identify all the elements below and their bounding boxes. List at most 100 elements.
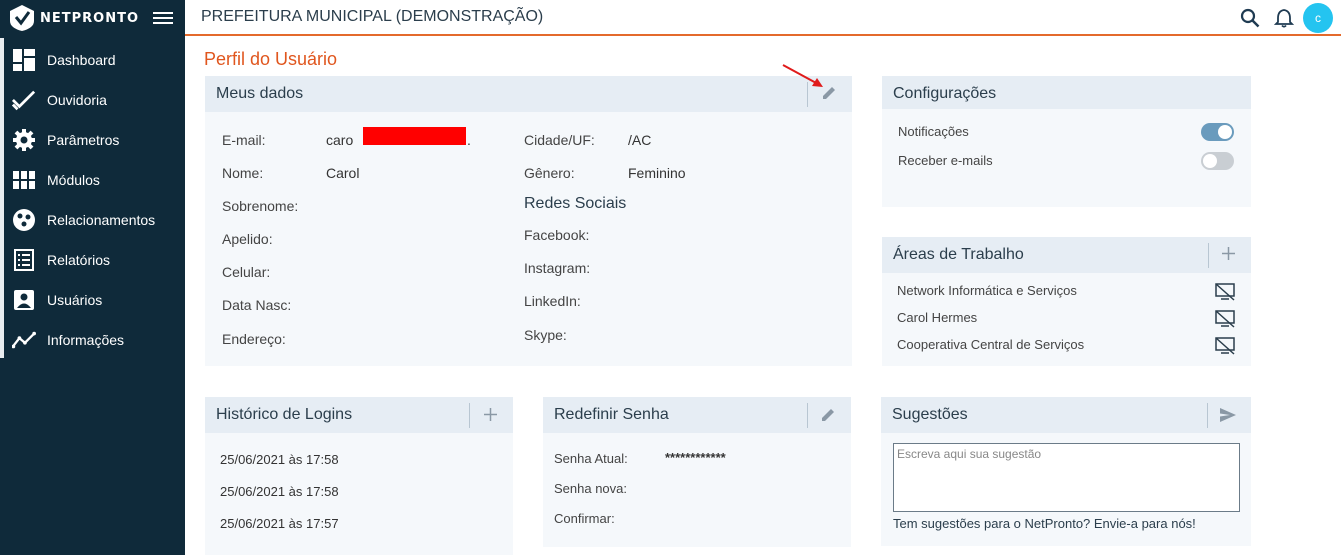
meus-dados-card: Meus dados E-mail: caro . Nome: Carol So…	[205, 76, 852, 366]
sidebar-item-label: Relatórios	[47, 252, 111, 268]
sidebar-item-label: Relacionamentos	[47, 212, 156, 228]
card-title: Áreas de Trabalho	[893, 246, 1024, 263]
nome-value: Carol	[326, 165, 360, 181]
genero-value: Feminino	[628, 165, 686, 181]
redes-sociais-heading: Redes Sociais	[524, 195, 627, 212]
search-icon[interactable]	[1240, 8, 1260, 33]
send-icon[interactable]	[1219, 407, 1237, 428]
configuracoes-card: Configurações Notificações Receber e-mai…	[882, 76, 1251, 207]
top-header: PREFEITURA MUNICIPAL (DEMONSTRAÇÃO) c	[185, 0, 1341, 36]
notificacoes-label: Notificações	[898, 124, 969, 139]
card-header: Configurações	[882, 76, 1251, 109]
email-value-start: caro	[326, 132, 354, 148]
sugestoes-footer: Tem sugestões para o NetPronto? Envie-a …	[893, 516, 1196, 531]
header-divider	[1208, 243, 1209, 268]
screen-off-icon[interactable]	[1215, 283, 1235, 306]
nome-label: Nome:	[222, 165, 264, 181]
sidebar-item-dashboard[interactable]: Dashboard	[0, 40, 185, 80]
area-item: Carol Hermes	[897, 310, 978, 325]
cidade-label: Cidade/UF:	[524, 132, 595, 148]
sidebar-item-label: Parâmetros	[47, 132, 120, 148]
senha-atual-value: ************	[665, 450, 726, 465]
sidebar-item-label: Usuários	[47, 292, 103, 308]
receber-emails-label: Receber e-mails	[898, 153, 993, 168]
sidebar-item-relatorios[interactable]: Relatórios	[0, 240, 185, 280]
report-list-icon	[12, 248, 36, 272]
redaction-box	[363, 127, 466, 145]
line-chart-icon	[12, 328, 36, 352]
edit-pencil-icon[interactable]	[820, 407, 836, 428]
menu-toggle-icon[interactable]	[153, 9, 173, 27]
genero-label: Gênero:	[524, 165, 575, 181]
receber-emails-toggle[interactable]	[1201, 152, 1234, 170]
sidebar-item-ouvidoria[interactable]: Ouvidoria	[0, 80, 185, 120]
sidebar-item-parametros[interactable]: Parâmetros	[0, 120, 185, 160]
celular-label: Celular:	[222, 264, 271, 280]
card-header: Áreas de Trabalho	[882, 237, 1251, 273]
annotation-arrow-icon	[782, 64, 823, 87]
data-nasc-label: Data Nasc:	[222, 297, 292, 313]
avatar[interactable]: c	[1303, 3, 1333, 33]
header-divider	[469, 403, 470, 428]
sidebar-item-label: Módulos	[47, 172, 100, 188]
sobrenome-label: Sobrenome:	[222, 198, 299, 214]
sidebar-item-modulos[interactable]: Módulos	[0, 160, 185, 200]
header-title: PREFEITURA MUNICIPAL (DEMONSTRAÇÃO)	[201, 8, 544, 25]
card-title: Redefinir Senha	[554, 406, 669, 423]
sidebar-item-relacionamentos[interactable]: Relacionamentos	[0, 200, 185, 240]
dashboard-icon	[12, 48, 36, 72]
redefinir-senha-card: Redefinir Senha Senha Atual: ***********…	[543, 397, 851, 547]
checkmark-icon	[12, 88, 36, 112]
header-divider	[807, 403, 808, 428]
brand-name: NETPRONTO	[40, 10, 140, 26]
linkedin-label: LinkedIn:	[524, 293, 581, 309]
sidebar-item-usuarios[interactable]: Usuários	[0, 280, 185, 320]
card-header: Redefinir Senha	[543, 397, 851, 433]
email-label: E-mail:	[222, 132, 266, 148]
notificacoes-toggle[interactable]	[1201, 123, 1234, 141]
user-icon	[12, 288, 36, 312]
sugestao-textarea[interactable]	[893, 443, 1240, 512]
add-icon[interactable]	[484, 408, 497, 426]
card-title: Histórico de Logins	[216, 406, 353, 423]
login-entry: 25/06/2021 às 17:58	[220, 484, 339, 499]
card-header: Histórico de Logins	[205, 397, 513, 433]
senha-nova-label: Senha nova:	[554, 481, 628, 496]
sidebar-item-label: Informações	[47, 332, 125, 348]
sidebar-item-informacoes[interactable]: Informações	[0, 320, 185, 360]
network-icon	[12, 208, 36, 232]
confirmar-label: Confirmar:	[554, 511, 615, 526]
page-title: Perfil do Usuário	[204, 49, 338, 69]
cidade-value: /AC	[628, 132, 652, 148]
apelido-label: Apelido:	[222, 231, 273, 247]
area-item: Cooperativa Central de Serviços	[897, 337, 1085, 352]
senha-atual-label: Senha Atual:	[554, 451, 628, 466]
screen-off-icon[interactable]	[1215, 310, 1235, 333]
header-divider	[1207, 403, 1208, 428]
skype-label: Skype:	[524, 327, 567, 343]
card-header: Meus dados	[205, 76, 852, 112]
brand-bar: NETPRONTO	[0, 0, 185, 36]
endereco-label: Endereço:	[222, 331, 286, 347]
sugestoes-card: Sugestões Tem sugestões para o NetPronto…	[881, 397, 1251, 546]
gear-icon	[12, 128, 36, 152]
login-entry: 25/06/2021 às 17:57	[220, 516, 339, 531]
area-item: Network Informática e Serviços	[897, 283, 1077, 298]
netpronto-logo-icon	[10, 5, 34, 31]
bell-icon[interactable]	[1273, 8, 1295, 33]
sidebar: NETPRONTO Dashboard Ouvidoria Parâmetros	[0, 0, 185, 555]
add-icon[interactable]	[1222, 247, 1235, 265]
facebook-label: Facebook:	[524, 227, 590, 243]
card-title: Sugestões	[892, 406, 968, 423]
historico-logins-card: Histórico de Logins 25/06/2021 às 17:58 …	[205, 397, 513, 555]
areas-trabalho-card: Áreas de Trabalho Network Informática e …	[882, 237, 1251, 366]
sidebar-item-label: Dashboard	[47, 52, 116, 68]
email-value-end: .	[467, 132, 471, 148]
card-header: Sugestões	[881, 397, 1251, 433]
login-entry: 25/06/2021 às 17:58	[220, 452, 339, 467]
sidebar-item-label: Ouvidoria	[47, 92, 107, 108]
grid-icon	[12, 168, 36, 192]
sidebar-nav: Dashboard Ouvidoria Parâmetros Módulos R…	[0, 40, 185, 360]
card-title: Configurações	[893, 85, 997, 102]
screen-off-icon[interactable]	[1215, 337, 1235, 360]
